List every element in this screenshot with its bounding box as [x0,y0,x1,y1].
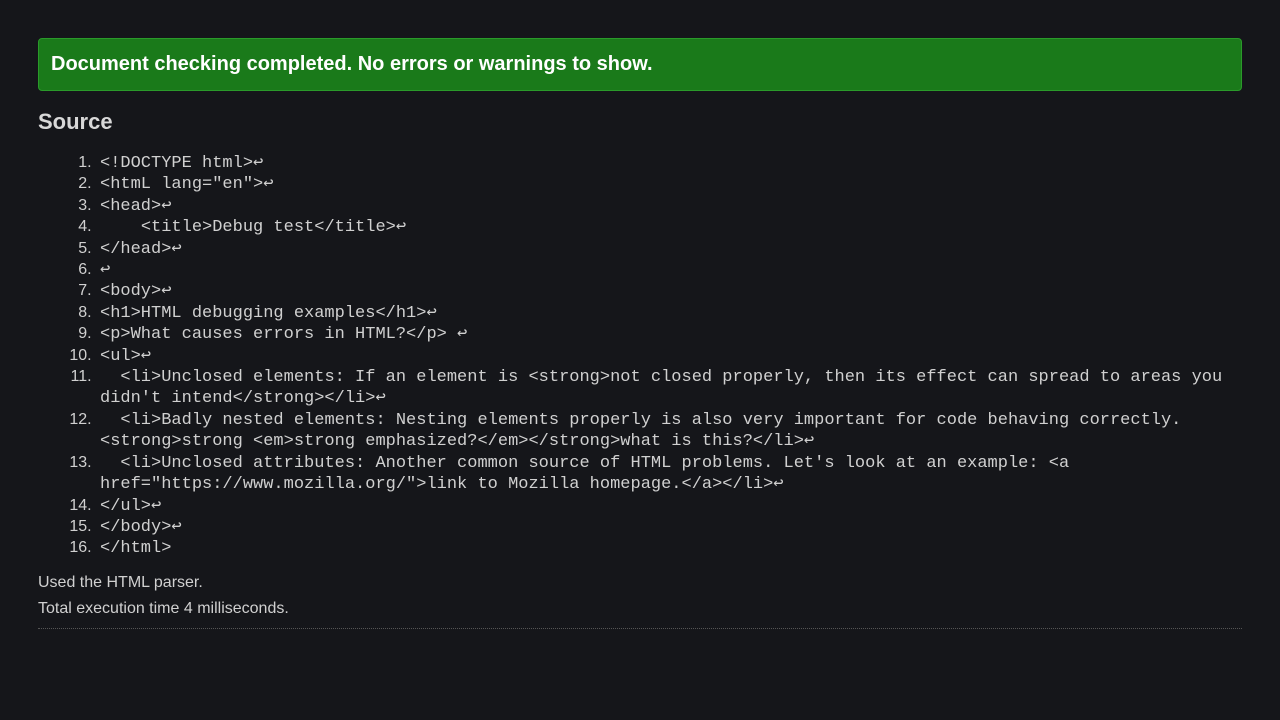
footer-divider [38,628,1242,629]
source-line: <h1>HTML debugging examples</h1>↩ [96,303,1242,324]
source-line: <ul>↩ [96,346,1242,367]
source-line: <htmL lang="en">↩ [96,174,1242,195]
source-line: <p>What causes errors in HTML?</p> ↩ [96,324,1242,345]
source-heading: Source [38,109,1242,135]
validation-success-message: Document checking completed. No errors o… [51,53,653,75]
source-line: ↩ [96,260,1242,281]
source-code-list: <!DOCTYPE html>↩<htmL lang="en">↩<head>↩… [38,153,1242,560]
source-line: </body>↩ [96,517,1242,538]
source-line: </html> [96,538,1242,559]
source-line: <li>Unclosed attributes: Another common … [96,453,1242,496]
source-line: <title>Debug test</title>↩ [96,217,1242,238]
source-line: <li>Badly nested elements: Nesting eleme… [96,410,1242,453]
validation-success-banner: Document checking completed. No errors o… [38,38,1242,91]
source-line: <!DOCTYPE html>↩ [96,153,1242,174]
source-line: <li>Unclosed elements: If an element is … [96,367,1242,410]
source-line: </ul>↩ [96,496,1242,517]
source-line: <head>↩ [96,196,1242,217]
source-line: <body>↩ [96,281,1242,302]
execution-time: Total execution time 4 milliseconds. [38,600,1242,618]
source-line: </head>↩ [96,239,1242,260]
parser-info: Used the HTML parser. [38,574,1242,592]
